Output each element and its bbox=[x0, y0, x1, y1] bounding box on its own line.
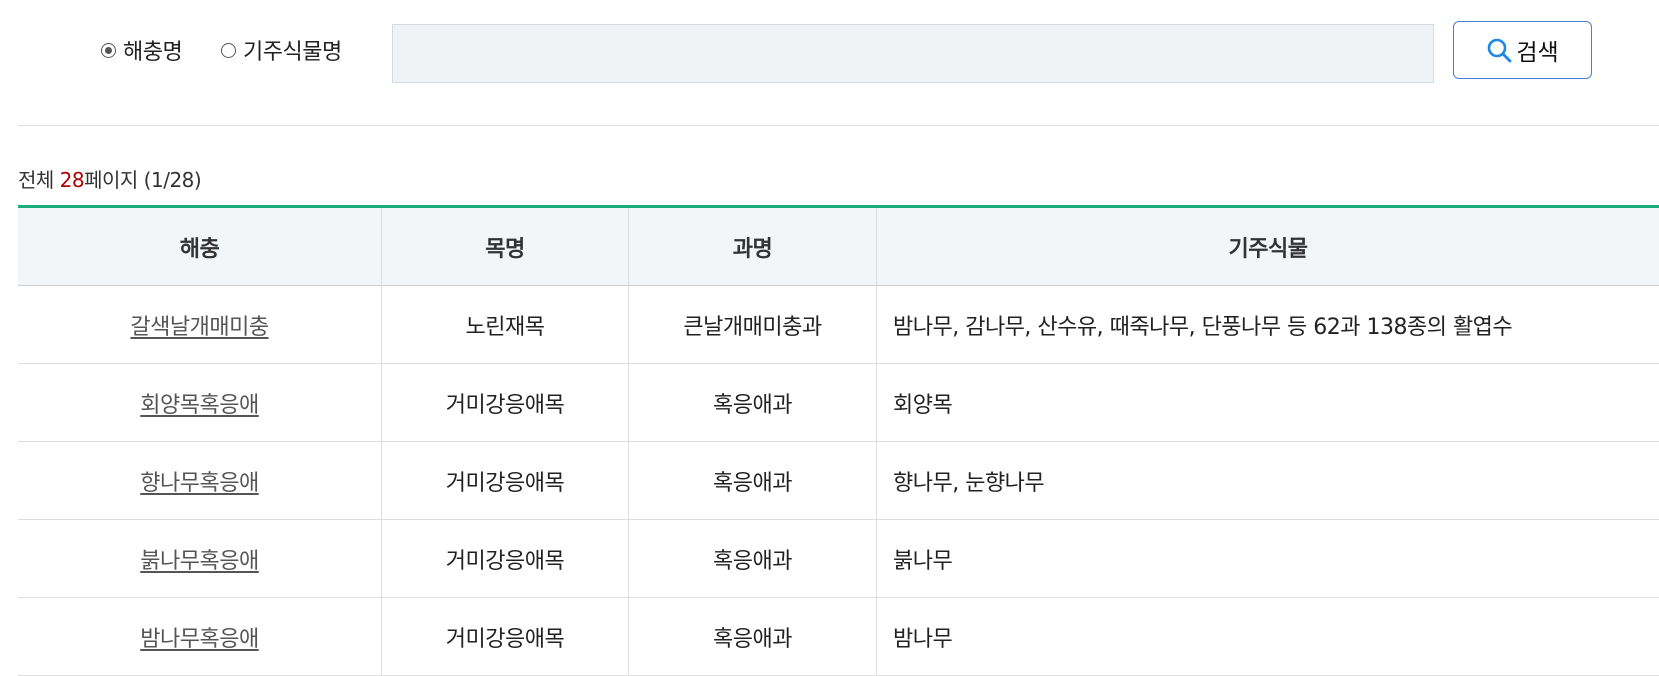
cell-pest: 붉나무혹응애 bbox=[18, 520, 382, 597]
header-host-plants: 기주식물 bbox=[1228, 236, 1308, 262]
cell-pest: 회양목혹응애 bbox=[18, 364, 382, 441]
radio-host-plant-name[interactable]: 기주식물명 bbox=[221, 32, 342, 68]
radio-pest-name-label: 해충명 bbox=[123, 40, 183, 65]
cell-hosts: 밤나무, 감나무, 산수유, 때죽나무, 단풍나무 등 62과 138종의 활엽… bbox=[893, 314, 1513, 340]
radio-pest-name[interactable]: 해충명 bbox=[101, 32, 183, 68]
count-total: 28 bbox=[59, 168, 85, 192]
cell-order: 거미강응애목 bbox=[382, 520, 629, 597]
cell-hosts: 밤나무 bbox=[893, 626, 953, 652]
pest-link[interactable]: 갈색날개매미충 bbox=[130, 309, 269, 341]
radio-host-plant-name-label: 기주식물명 bbox=[243, 40, 342, 65]
divider bbox=[18, 125, 1659, 126]
table-row: 회양목혹응애 거미강응애목 혹응애과 회양목 bbox=[18, 364, 1659, 442]
pest-link[interactable]: 향나무혹응애 bbox=[140, 465, 259, 497]
pest-link[interactable]: 밤나무혹응애 bbox=[140, 621, 259, 653]
cell-family: 혹응애과 bbox=[629, 442, 877, 519]
search-input[interactable] bbox=[392, 24, 1434, 83]
cell-order: 거미강응애목 bbox=[382, 364, 629, 441]
table-row: 갈색날개매미충 노린재목 큰날개매미충과 밤나무, 감나무, 산수유, 때죽나무… bbox=[18, 286, 1659, 364]
search-bar: 해충명 기주식물명 검색 bbox=[0, 0, 1659, 118]
cell-family: 혹응애과 bbox=[629, 598, 877, 675]
cell-order: 노린재목 bbox=[382, 286, 629, 363]
cell-hosts: 붉나무 bbox=[893, 548, 953, 574]
search-icon bbox=[1488, 38, 1512, 63]
header-pest: 해충 bbox=[18, 208, 382, 285]
cell-family: 큰날개매미충과 bbox=[629, 286, 877, 363]
search-button[interactable]: 검색 bbox=[1453, 21, 1592, 79]
cell-hosts: 향나무, 눈향나무 bbox=[893, 470, 1045, 496]
table-header-row: 해충 목명 과명 기주식물 bbox=[18, 208, 1659, 286]
cell-pest: 갈색날개매미충 bbox=[18, 286, 382, 363]
pest-link[interactable]: 회양목혹응애 bbox=[140, 387, 259, 419]
cell-order: 거미강응애목 bbox=[382, 598, 629, 675]
cell-pest: 향나무혹응애 bbox=[18, 442, 382, 519]
radio-unselected-icon[interactable] bbox=[221, 42, 236, 58]
results-table: 해충 목명 과명 기주식물 갈색날개매미충 노린재목 큰날개매미충과 밤나무, … bbox=[18, 205, 1659, 676]
search-button-label: 검색 bbox=[1516, 40, 1559, 66]
table-row: 붉나무혹응애 거미강응애목 혹응애과 붉나무 bbox=[18, 520, 1659, 598]
cell-family: 혹응애과 bbox=[629, 520, 877, 597]
header-family: 과명 bbox=[629, 208, 877, 285]
cell-pest: 밤나무혹응애 bbox=[18, 598, 382, 675]
cell-order: 거미강응애목 bbox=[382, 442, 629, 519]
pest-link[interactable]: 붉나무혹응애 bbox=[140, 543, 259, 575]
header-order: 목명 bbox=[382, 208, 629, 285]
count-prefix: 전체 bbox=[18, 168, 60, 192]
radio-selected-icon[interactable] bbox=[101, 42, 116, 58]
cell-family: 혹응애과 bbox=[629, 364, 877, 441]
table-row: 밤나무혹응애 거미강응애목 혹응애과 밤나무 bbox=[18, 598, 1659, 676]
result-count: 전체 28페이지 (1/28) bbox=[18, 164, 202, 193]
cell-hosts: 회양목 bbox=[893, 392, 953, 418]
table-row: 향나무혹응애 거미강응애목 혹응애과 향나무, 눈향나무 bbox=[18, 442, 1659, 520]
count-suffix: 페이지 (1/28) bbox=[84, 168, 202, 192]
